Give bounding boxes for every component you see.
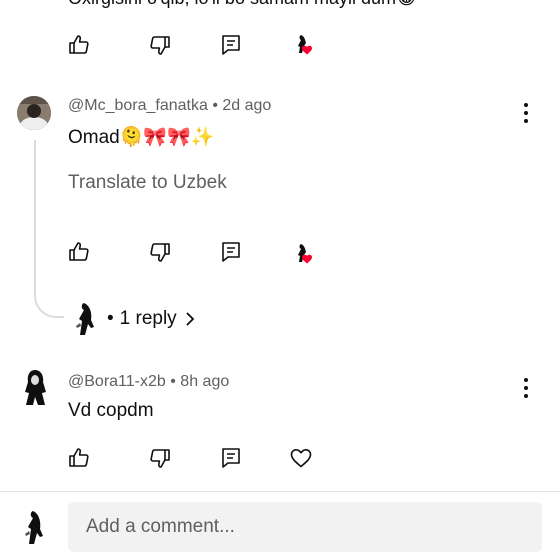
creator-heart-icon bbox=[298, 244, 312, 264]
comment-icon bbox=[222, 448, 240, 468]
separator-dot: • bbox=[107, 308, 114, 329]
dislike-button[interactable] bbox=[145, 443, 175, 473]
reply-button[interactable] bbox=[216, 443, 246, 473]
more-options-button[interactable] bbox=[516, 374, 536, 402]
thumbs-up-icon bbox=[69, 35, 89, 54]
thumbs-up-icon bbox=[69, 448, 89, 467]
thread-connector bbox=[34, 140, 64, 318]
more-dot-icon bbox=[524, 103, 528, 107]
thumbs-up-icon bbox=[69, 242, 89, 261]
heart-outline-icon bbox=[290, 449, 312, 468]
creator-heart-badge bbox=[290, 239, 320, 269]
thumbs-down-icon bbox=[150, 449, 170, 468]
view-replies-button[interactable]: • 1 reply bbox=[107, 308, 197, 330]
like-button[interactable] bbox=[64, 30, 94, 60]
timestamp: 2d ago bbox=[222, 97, 272, 114]
replies-count-label: 1 reply bbox=[119, 308, 177, 329]
dislike-button[interactable] bbox=[145, 237, 175, 267]
avatar[interactable] bbox=[18, 368, 52, 408]
comment-text: Vd copdm bbox=[68, 400, 154, 421]
author-name[interactable]: @Mc_bora_fanatka bbox=[68, 97, 208, 114]
heart-button[interactable] bbox=[286, 443, 316, 473]
comment-icon bbox=[222, 35, 240, 55]
current-user-avatar bbox=[18, 509, 52, 547]
reply-author-avatar bbox=[70, 301, 104, 337]
author-name[interactable]: @Bora11-x2b bbox=[68, 373, 166, 390]
chevron-right-icon bbox=[186, 312, 194, 326]
avatar-image bbox=[17, 96, 51, 130]
separator-dot: • bbox=[212, 97, 218, 114]
more-options-button[interactable] bbox=[516, 99, 536, 127]
translate-link[interactable]: Translate to Uzbek bbox=[68, 172, 227, 194]
avatar[interactable] bbox=[17, 96, 51, 130]
previous-comment-text: Oxirgisini o'qib, lo'li bo samam mayli d… bbox=[68, 0, 417, 9]
timestamp: 8h ago bbox=[180, 373, 230, 390]
add-comment-input[interactable] bbox=[68, 502, 542, 552]
comment-icon bbox=[222, 242, 240, 262]
separator-dot: • bbox=[170, 373, 176, 390]
thumbs-down-icon bbox=[150, 243, 170, 262]
creator-heart-badge bbox=[290, 30, 320, 60]
dislike-button[interactable] bbox=[145, 30, 175, 60]
avatar-image bbox=[25, 370, 46, 405]
like-button[interactable] bbox=[64, 443, 94, 473]
avatar-image bbox=[25, 511, 43, 544]
divider bbox=[0, 491, 560, 492]
thumbs-down-icon bbox=[150, 36, 170, 55]
reply-button[interactable] bbox=[216, 30, 246, 60]
comment-text: Omad🫠🎀🎀✨ bbox=[68, 127, 215, 148]
avatar-image bbox=[76, 303, 94, 335]
more-dot-icon bbox=[524, 378, 528, 382]
comment-meta: @Mc_bora_fanatka • 2d ago bbox=[68, 97, 271, 115]
reply-button[interactable] bbox=[216, 237, 246, 267]
creator-heart-icon bbox=[298, 35, 312, 55]
like-button[interactable] bbox=[64, 237, 94, 267]
previous-comment-actions bbox=[64, 30, 94, 60]
comment-meta: @Bora11-x2b • 8h ago bbox=[68, 373, 229, 391]
